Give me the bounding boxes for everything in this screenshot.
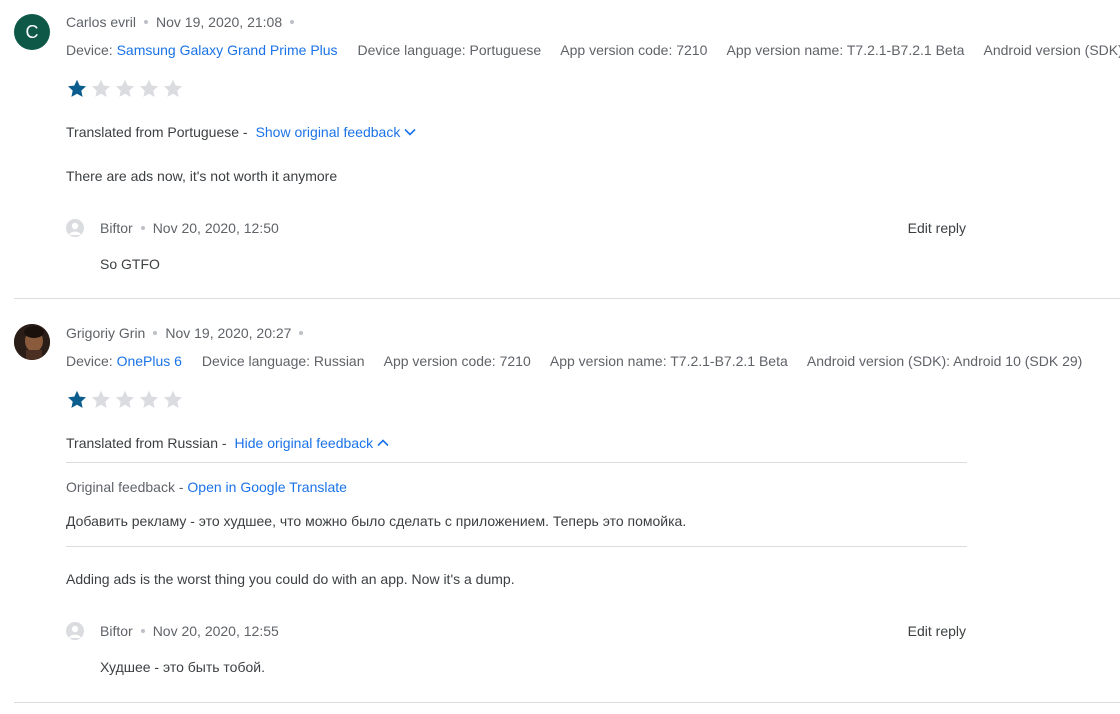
reply-avatar bbox=[66, 622, 84, 640]
app-version-name: App version name: T7.2.1-B7.2.1 Beta bbox=[549, 353, 788, 369]
review-date: Nov 19, 2020, 21:08 bbox=[156, 14, 283, 30]
device-language: Device language: Portuguese bbox=[357, 42, 542, 58]
star-icon bbox=[116, 79, 134, 97]
original-feedback-text: Добавить рекламу - это худшее, что можно… bbox=[66, 513, 687, 529]
show-original-button[interactable]: Show original feedback bbox=[256, 124, 418, 140]
device-language: Device language: Russian bbox=[201, 353, 365, 369]
device-info: Device: OnePlus 6 Device language: Russi… bbox=[66, 353, 1098, 369]
translated-from: Translated from Russian - bbox=[66, 435, 227, 451]
separator-dot bbox=[140, 226, 145, 230]
original-feedback-label: Original feedback - bbox=[66, 479, 184, 495]
review-item: Grigoriy Grin Nov 19, 2020, 20:27 Device… bbox=[0, 299, 1120, 703]
reply-avatar bbox=[66, 219, 84, 237]
separator-dot bbox=[153, 331, 158, 335]
device-link[interactable]: Samsung Galaxy Grand Prime Plus bbox=[117, 42, 338, 58]
device-link[interactable]: OnePlus 6 bbox=[117, 353, 182, 369]
translated-from: Translated from Portuguese - bbox=[66, 124, 248, 140]
app-version-code: App version code: 7210 bbox=[560, 42, 708, 58]
separator-dot bbox=[290, 20, 295, 24]
star-icon bbox=[68, 390, 86, 408]
android-version: Android version (SDK): Android 10 (SDK 2… bbox=[806, 353, 1083, 369]
reply-date: Nov 20, 2020, 12:55 bbox=[152, 623, 279, 639]
show-original-label: Show original feedback bbox=[255, 124, 401, 140]
reply-header: Biftor Nov 20, 2020, 12:50 Edit reply bbox=[66, 219, 966, 237]
avatar bbox=[14, 324, 50, 360]
star-icon bbox=[92, 390, 110, 408]
star-icon bbox=[164, 79, 182, 97]
hide-original-label: Hide original feedback bbox=[234, 435, 374, 451]
separator-dot bbox=[299, 331, 304, 335]
person-icon bbox=[69, 222, 81, 235]
star-rating bbox=[66, 389, 184, 411]
star-icon bbox=[140, 390, 158, 408]
device-info: Device: Samsung Galaxy Grand Prime Plus … bbox=[66, 42, 1120, 58]
review-divider bbox=[14, 702, 1120, 703]
reply-date: Nov 20, 2020, 12:50 bbox=[152, 220, 279, 236]
separator-dot bbox=[144, 20, 149, 24]
star-icon bbox=[68, 79, 86, 97]
review-meta: Grigoriy Grin Nov 19, 2020, 20:27 bbox=[66, 325, 311, 341]
star-icon bbox=[92, 79, 110, 97]
separator-dot bbox=[140, 629, 145, 633]
review-date: Nov 19, 2020, 20:27 bbox=[165, 325, 292, 341]
star-rating bbox=[66, 78, 184, 100]
reply-author: Biftor bbox=[100, 220, 133, 236]
translation-note: Translated from Portuguese - Show origin… bbox=[66, 124, 417, 140]
reply-author: Biftor bbox=[100, 623, 133, 639]
review-text: There are ads now, it's not worth it any… bbox=[66, 168, 338, 184]
open-google-translate-link[interactable]: Open in Google Translate bbox=[187, 479, 347, 495]
reply-text: Худшее - это быть тобой. bbox=[100, 659, 265, 675]
android-version: Android version (SDK) bbox=[983, 42, 1120, 58]
review-item: C Carlos evril Nov 19, 2020, 21:08 Devic… bbox=[0, 0, 1120, 298]
device-label: Device: bbox=[66, 42, 113, 58]
star-icon bbox=[140, 79, 158, 97]
avatar-letter: C bbox=[25, 21, 39, 42]
star-icon bbox=[164, 390, 182, 408]
original-feedback-box: Original feedback - Open in Google Trans… bbox=[66, 462, 967, 547]
review-text: Adding ads is the worst thing you could … bbox=[66, 571, 515, 587]
original-feedback-header: Original feedback - Open in Google Trans… bbox=[66, 479, 347, 495]
hide-original-button[interactable]: Hide original feedback bbox=[235, 435, 391, 451]
star-icon bbox=[116, 390, 134, 408]
edit-reply-button[interactable]: Edit reply bbox=[908, 623, 966, 639]
app-version-code: App version code: 7210 bbox=[383, 353, 531, 369]
chevron-down-icon bbox=[404, 128, 416, 136]
review-meta: Carlos evril Nov 19, 2020, 21:08 bbox=[66, 14, 302, 30]
app-version-name: App version name: T7.2.1-B7.2.1 Beta bbox=[726, 42, 965, 58]
chevron-up-icon bbox=[377, 439, 389, 447]
reply-text: So GTFO bbox=[100, 256, 160, 272]
author-name: Carlos evril bbox=[66, 14, 137, 30]
avatar: C bbox=[14, 14, 50, 50]
reply-header: Biftor Nov 20, 2020, 12:55 Edit reply bbox=[66, 622, 966, 640]
device-label: Device: bbox=[66, 353, 113, 369]
translation-note: Translated from Russian - Hide original … bbox=[66, 435, 390, 451]
user-photo bbox=[14, 324, 50, 360]
person-icon bbox=[69, 625, 81, 638]
author-name: Grigoriy Grin bbox=[66, 325, 146, 341]
edit-reply-button[interactable]: Edit reply bbox=[908, 220, 966, 236]
